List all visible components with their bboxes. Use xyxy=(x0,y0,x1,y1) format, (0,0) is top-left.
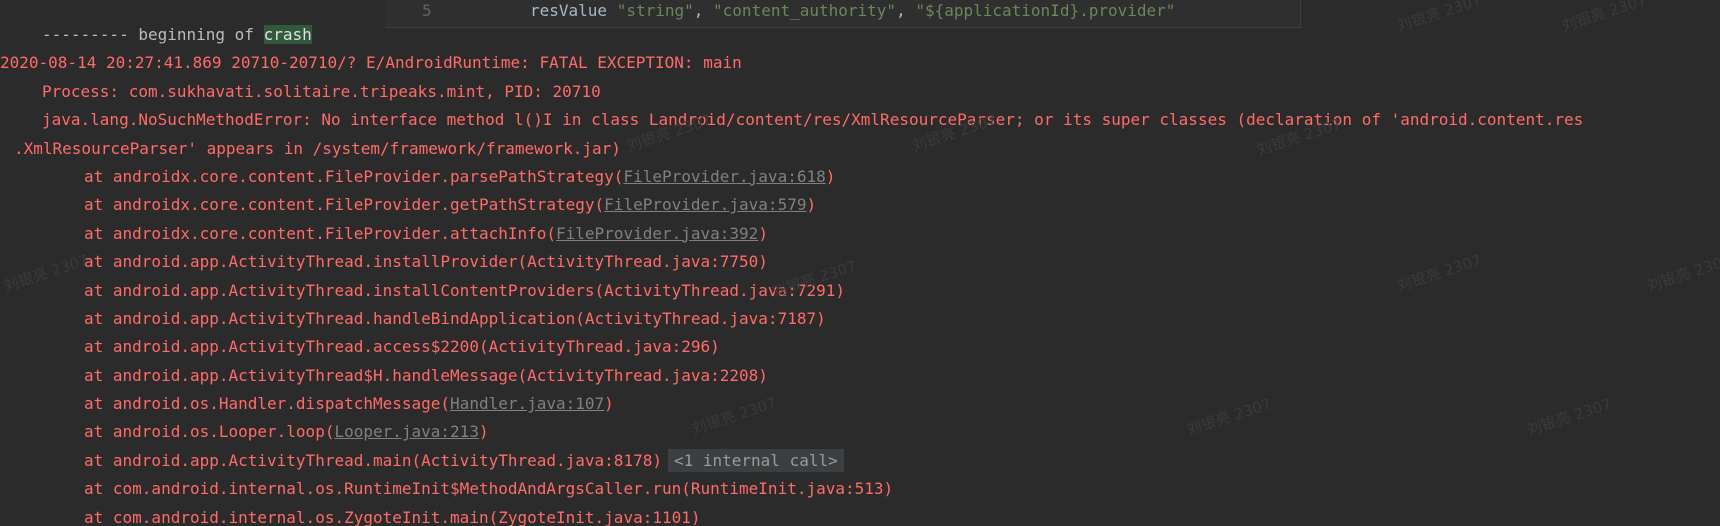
log-line-process: Process: com.sukhavati.solitaire.tripeak… xyxy=(42,81,601,101)
code-arg-name: "content_authority" xyxy=(713,1,897,20)
code-keyword: resValue xyxy=(530,1,608,20)
log-line-error: java.lang.NoSuchMethodError: No interfac… xyxy=(42,110,1584,130)
source-link[interactable]: Handler.java:107 xyxy=(450,394,604,413)
stack-frame-suffix: ) xyxy=(825,166,836,186)
code-line: resValue "string", "content_authority", … xyxy=(530,1,1176,20)
folded-frames-toggle[interactable]: <1 internal call> xyxy=(667,448,844,472)
stack-frame: at android.os.Looper.loop(Looper.java:21… xyxy=(0,418,1583,446)
stack-frame-method: at com.android.internal.os.RuntimeInit$M… xyxy=(84,479,894,499)
stack-frame-suffix: ) xyxy=(604,394,614,414)
stack-frame-method: at androidx.core.content.FileProvider.ge… xyxy=(84,195,605,215)
source-link[interactable]: FileProvider.java:392 xyxy=(556,224,758,243)
search-highlight: crash xyxy=(263,25,312,44)
log-lines: --------- beginning of crash 2020-08-14 … xyxy=(0,21,1583,526)
logcat-console: 5 resValue "string", "content_authority"… xyxy=(0,0,1720,526)
stack-frame-method: at android.os.Handler.dispatchMessage( xyxy=(84,394,451,414)
code-line-number: 5 xyxy=(422,1,432,20)
stack-frame: at android.app.ActivityThread.access$220… xyxy=(0,333,1583,361)
stack-trace: at androidx.core.content.FileProvider.pa… xyxy=(0,163,1583,526)
stack-frame: at android.app.ActivityThread.installPro… xyxy=(0,248,1583,276)
stack-frame: at androidx.core.content.FileProvider.pa… xyxy=(0,163,1583,191)
stack-frame: at android.app.ActivityThread.main(Activ… xyxy=(0,447,1583,475)
log-line-fatal-header: 2020-08-14 20:27:41.869 20710-20710/? E/… xyxy=(0,53,742,73)
code-arg-type: "string" xyxy=(616,1,694,20)
stack-frame: at android.app.ActivityThread$H.handleMe… xyxy=(0,362,1583,390)
stack-frame-method: at android.os.Looper.loop( xyxy=(84,422,335,442)
stack-frame: at android.os.Handler.dispatchMessage(Ha… xyxy=(0,390,1583,418)
log-line-crash-marker: --------- beginning of crash xyxy=(0,21,1583,49)
log-line-error-continued: .XmlResourceParser' appears in /system/f… xyxy=(14,138,621,158)
stack-frame-method: at android.app.ActivityThread.installCon… xyxy=(84,280,845,300)
stack-frame: at androidx.core.content.FileProvider.ge… xyxy=(0,191,1583,219)
stack-frame-method: at android.app.ActivityThread.main(Activ… xyxy=(84,450,662,470)
watermark-text: 刘银亮 2307 xyxy=(1644,250,1720,296)
stack-frame-method: at android.app.ActivityThread.access$220… xyxy=(84,337,720,357)
code-arg-value: "${applicationId}.provider" xyxy=(915,1,1176,20)
stack-frame: at androidx.core.content.FileProvider.at… xyxy=(0,220,1583,248)
stack-frame-suffix: ) xyxy=(758,223,768,243)
stack-frame-method: at androidx.core.content.FileProvider.at… xyxy=(84,223,557,243)
source-link[interactable]: Looper.java:213 xyxy=(334,422,479,441)
stack-frame-method: at com.android.internal.os.ZygoteInit.ma… xyxy=(84,507,701,526)
crash-marker-prefix: --------- beginning of xyxy=(42,25,264,44)
stack-frame-method: at android.app.ActivityThread.handleBind… xyxy=(84,308,826,328)
source-link[interactable]: FileProvider.java:579 xyxy=(604,195,806,214)
stack-frame-suffix: ) xyxy=(478,422,489,442)
stack-frame: at com.android.internal.os.RuntimeInit$M… xyxy=(0,475,1583,503)
stack-frame-method: at android.app.ActivityThread$H.handleMe… xyxy=(84,365,768,385)
stack-frame: at android.app.ActivityThread.handleBind… xyxy=(0,305,1583,333)
source-link[interactable]: FileProvider.java:618 xyxy=(623,167,825,186)
stack-frame-suffix: ) xyxy=(806,195,817,215)
stack-frame: at android.app.ActivityThread.installCon… xyxy=(0,277,1583,305)
stack-frame-method: at androidx.core.content.FileProvider.pa… xyxy=(84,166,624,186)
stack-frame: at com.android.internal.os.ZygoteInit.ma… xyxy=(0,504,1583,526)
stack-frame-method: at android.app.ActivityThread.installPro… xyxy=(84,252,768,272)
